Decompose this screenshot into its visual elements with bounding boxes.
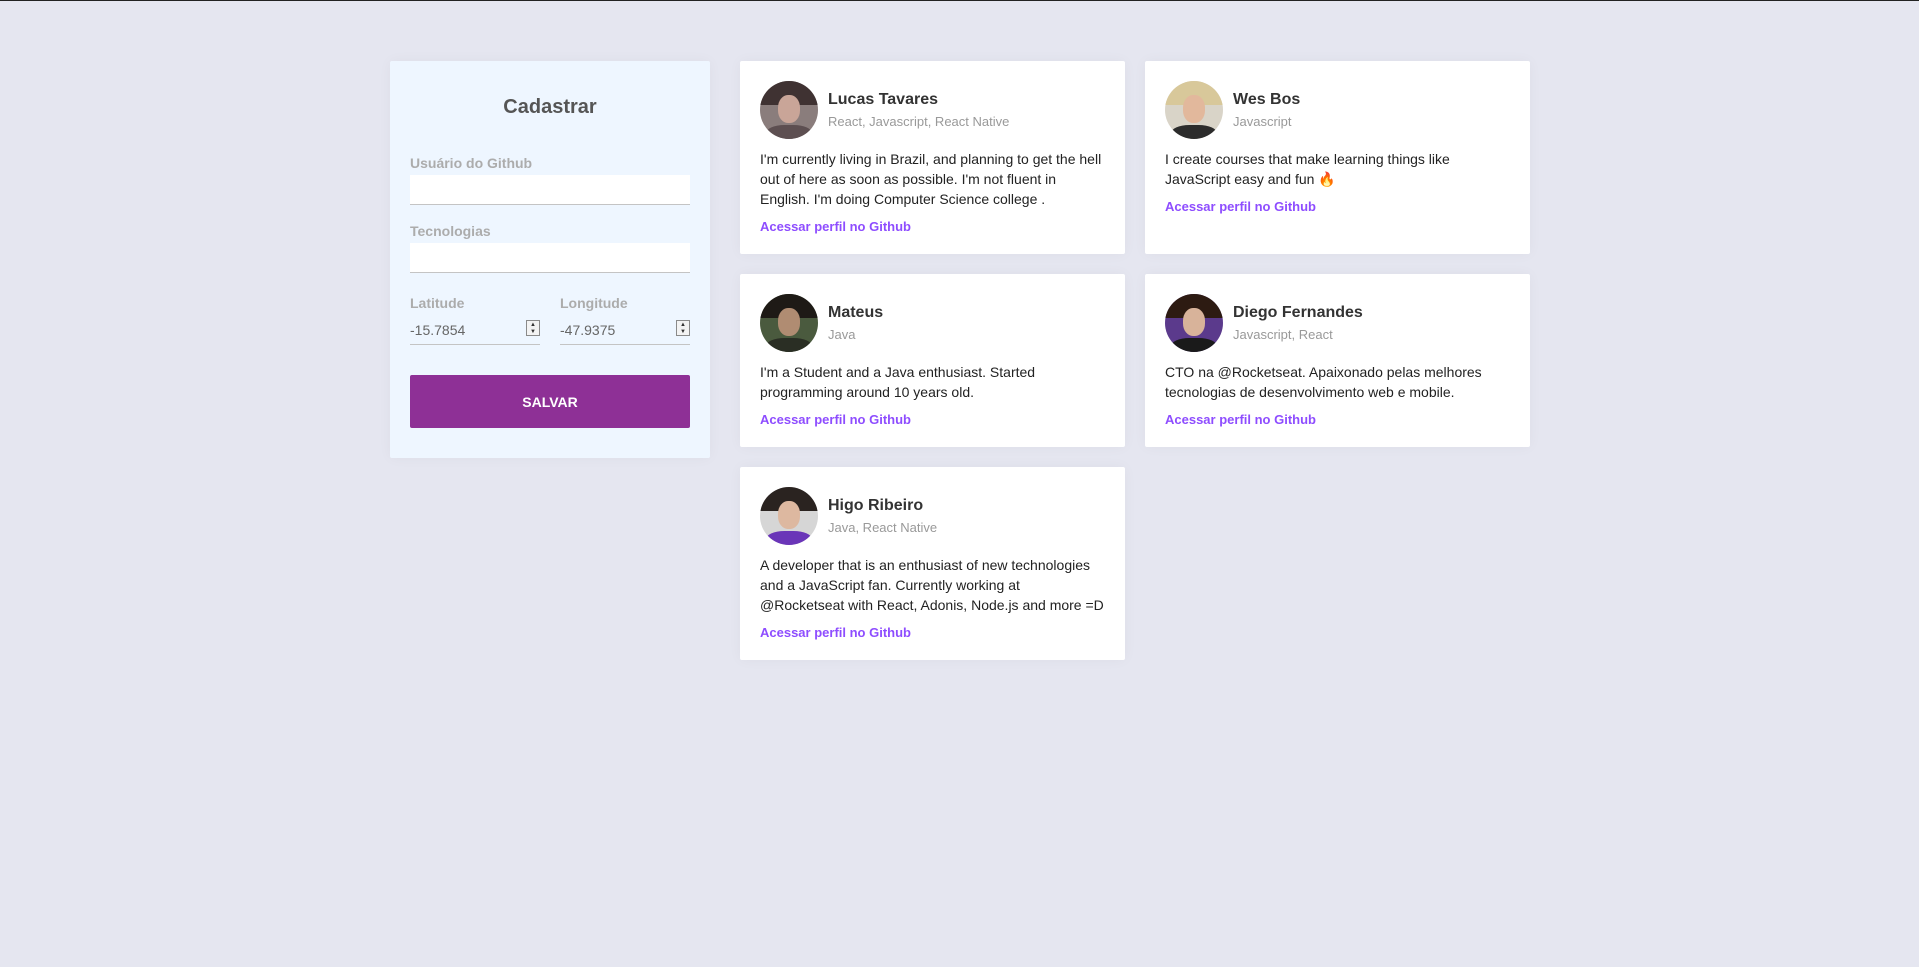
github-profile-link[interactable]: Acessar perfil no Github (760, 219, 1105, 234)
github-username-block: Usuário do Github (410, 155, 690, 205)
dev-name: Diego Fernandes (1233, 304, 1363, 321)
form-title: Cadastrar (503, 96, 597, 118)
techs-label: Tecnologias (410, 223, 491, 239)
dev-bio: A developer that is an enthusiast of new… (760, 557, 1104, 613)
register-form-panel: Cadastrar Usuário do Github Tecnologias … (390, 61, 710, 458)
dev-name: Mateus (828, 304, 884, 321)
dev-name: Wes Bos (1233, 91, 1301, 108)
latitude-label: Latitude (410, 295, 465, 311)
avatar-body (766, 125, 812, 139)
dev-header: Mateus Java (760, 294, 1105, 352)
dev-bio: CTO na @Rocketseat. Apaixonado pelas mel… (1165, 364, 1482, 400)
longitude-wrapper: ▲ ▼ (560, 311, 690, 345)
dev-list-area: Lucas Tavares React, Javascript, React N… (740, 61, 1530, 660)
avatar-face (1183, 95, 1205, 123)
spinner-up-icon[interactable]: ▲ (680, 322, 686, 328)
avatar (1165, 294, 1223, 352)
avatar (760, 294, 818, 352)
dev-techs: Java, React Native (828, 520, 938, 535)
dev-card: Diego Fernandes Javascript, React CTO na… (1145, 274, 1530, 447)
dev-bio: I'm a Student and a Java enthusiast. Sta… (760, 364, 1036, 400)
avatar-face (778, 308, 800, 336)
latitude-block: Latitude ▲ ▼ (410, 295, 540, 345)
github-username-label: Usuário do Github (410, 155, 533, 171)
github-profile-link[interactable]: Acessar perfil no Github (1165, 199, 1510, 214)
github-profile-link[interactable]: Acessar perfil no Github (760, 412, 1105, 427)
longitude-spinner[interactable]: ▲ ▼ (676, 320, 690, 336)
dev-header: Higo Ribeiro Java, React Native (760, 487, 1105, 545)
avatar-body (766, 338, 812, 352)
register-form: Usuário do Github Tecnologias Latitude ▲… (410, 155, 690, 428)
avatar (1165, 81, 1223, 139)
save-button[interactable]: SALVAR (410, 375, 690, 428)
github-profile-link[interactable]: Acessar perfil no Github (1165, 412, 1510, 427)
avatar-face (778, 501, 800, 529)
dev-name: Higo Ribeiro (828, 497, 924, 514)
user-info: Diego Fernandes Javascript, React (1233, 304, 1363, 342)
user-info: Mateus Java (828, 304, 883, 342)
latitude-spinner[interactable]: ▲ ▼ (526, 320, 540, 336)
longitude-block: Longitude ▲ ▼ (560, 295, 690, 345)
dev-techs: Javascript, React (1233, 327, 1333, 342)
avatar-face (778, 95, 800, 123)
longitude-input[interactable] (560, 315, 690, 345)
techs-block: Tecnologias (410, 223, 690, 273)
avatar-body (1171, 125, 1217, 139)
longitude-label: Longitude (560, 295, 628, 311)
dev-list: Lucas Tavares React, Javascript, React N… (740, 61, 1530, 660)
spinner-down-icon[interactable]: ▼ (530, 329, 536, 335)
dev-card: Lucas Tavares React, Javascript, React N… (740, 61, 1125, 254)
dev-techs: React, Javascript, React Native (828, 114, 1010, 129)
dev-header: Lucas Tavares React, Javascript, React N… (760, 81, 1105, 139)
github-username-input[interactable] (410, 175, 690, 205)
dev-bio: I'm currently living in Brazil, and plan… (760, 151, 1102, 207)
dev-card: Wes Bos Javascript I create courses that… (1145, 61, 1530, 254)
avatar-face (1183, 308, 1205, 336)
dev-techs: Javascript (1233, 114, 1292, 129)
coordinates-group: Latitude ▲ ▼ Longitude ▲ (410, 295, 690, 345)
spinner-up-icon[interactable]: ▲ (530, 322, 536, 328)
latitude-input[interactable] (410, 315, 540, 345)
dev-header: Diego Fernandes Javascript, React (1165, 294, 1510, 352)
latitude-wrapper: ▲ ▼ (410, 311, 540, 345)
user-info: Wes Bos Javascript (1233, 91, 1300, 129)
avatar-body (1171, 338, 1217, 352)
spinner-down-icon[interactable]: ▼ (680, 329, 686, 335)
avatar (760, 487, 818, 545)
avatar (760, 81, 818, 139)
dev-bio: I create courses that make learning thin… (1165, 151, 1450, 187)
dev-name: Lucas Tavares (828, 91, 938, 108)
dev-techs: Java (828, 327, 856, 342)
user-info: Higo Ribeiro Java, React Native (828, 497, 937, 535)
github-profile-link[interactable]: Acessar perfil no Github (760, 625, 1105, 640)
avatar-body (766, 531, 812, 545)
app-root: Cadastrar Usuário do Github Tecnologias … (390, 61, 1530, 660)
dev-card: Mateus Java I'm a Student and a Java ent… (740, 274, 1125, 447)
dev-card: Higo Ribeiro Java, React Native A develo… (740, 467, 1125, 660)
dev-header: Wes Bos Javascript (1165, 81, 1510, 139)
user-info: Lucas Tavares React, Javascript, React N… (828, 91, 1009, 129)
techs-input[interactable] (410, 243, 690, 273)
